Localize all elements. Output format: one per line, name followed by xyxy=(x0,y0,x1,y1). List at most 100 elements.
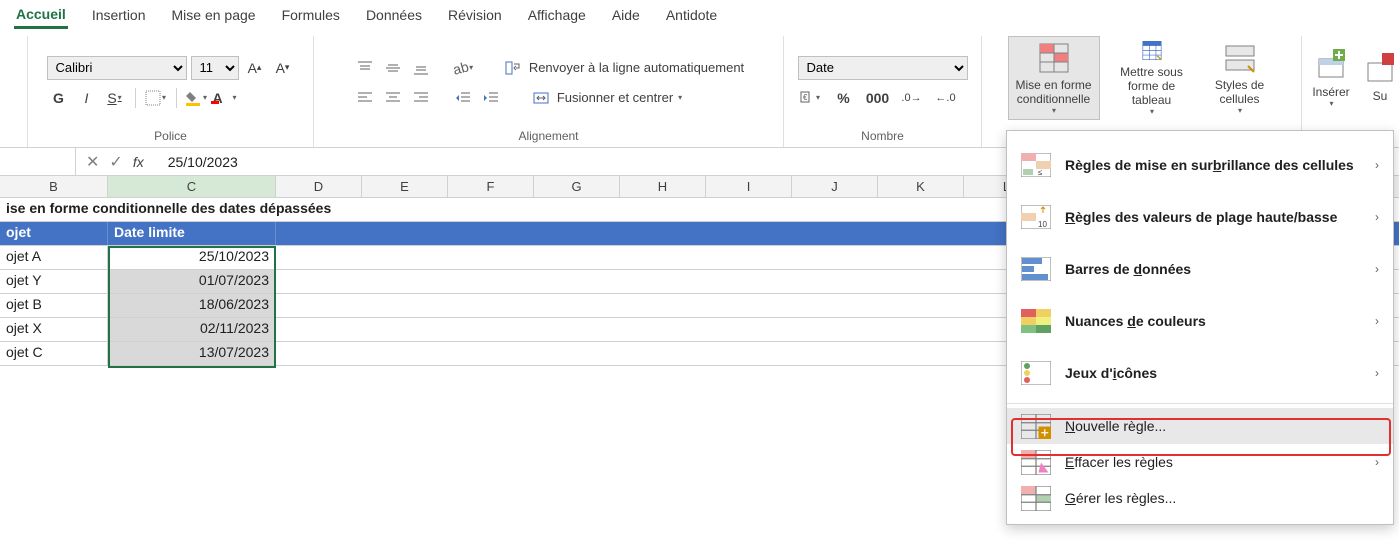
col-header-E[interactable]: E xyxy=(362,176,448,197)
insert-cells-button[interactable]: Insérer▾ xyxy=(1303,36,1359,120)
svg-text:€: € xyxy=(803,93,808,102)
merge-icon[interactable] xyxy=(529,86,553,110)
merge-dropdown-icon[interactable]: ▾ xyxy=(678,93,682,102)
chevron-right-icon: › xyxy=(1375,455,1379,469)
separator xyxy=(135,88,136,108)
col-header-G[interactable]: G xyxy=(534,176,620,197)
cell-date[interactable]: 13/07/2023 xyxy=(108,342,276,365)
number-format-select[interactable]: Date xyxy=(798,56,968,80)
tab-affichage[interactable]: Affichage xyxy=(526,3,588,27)
col-header-C[interactable]: C xyxy=(108,176,276,197)
sheet-title-cell[interactable]: ise en forme conditionnelle des dates dé… xyxy=(0,198,1000,221)
header-projet[interactable]: ojet xyxy=(0,222,108,245)
clipboard-group-partial xyxy=(0,36,28,147)
col-header-J[interactable]: J xyxy=(792,176,878,197)
col-header-D[interactable]: D xyxy=(276,176,362,197)
col-header-I[interactable]: I xyxy=(706,176,792,197)
dd-color-scales[interactable]: Nuances de couleurs › xyxy=(1007,295,1393,347)
increase-decimal-icon[interactable]: .0→ xyxy=(900,86,924,110)
tab-formules[interactable]: Formules xyxy=(280,3,342,27)
align-center-icon[interactable] xyxy=(381,86,405,110)
borders-button[interactable]: ▾ xyxy=(144,86,168,110)
tab-insertion[interactable]: Insertion xyxy=(90,3,148,27)
number-group-label: Nombre xyxy=(861,129,904,145)
tab-aide[interactable]: Aide xyxy=(610,3,642,27)
col-header-B[interactable]: B xyxy=(0,176,108,197)
wrap-text-label[interactable]: Renvoyer à la ligne automatiquement xyxy=(529,60,744,75)
cell-date[interactable]: 18/06/2023 xyxy=(108,294,276,317)
tab-antidote[interactable]: Antidote xyxy=(664,3,719,27)
tab-mise-en-page[interactable]: Mise en page xyxy=(170,3,258,27)
fill-color-button[interactable]: ▾ xyxy=(185,86,209,110)
align-middle-icon[interactable] xyxy=(381,56,405,80)
cell-styles-icon xyxy=(1224,42,1256,74)
col-header-H[interactable]: H xyxy=(620,176,706,197)
merge-label[interactable]: Fusionner et centrer xyxy=(557,90,673,105)
decrease-decimal-icon[interactable]: ←.0 xyxy=(934,86,958,110)
cell-projet[interactable]: ojet X xyxy=(0,318,108,341)
align-bottom-icon[interactable] xyxy=(409,56,433,80)
bold-button[interactable]: G xyxy=(47,86,71,110)
chevron-right-icon: › xyxy=(1375,262,1379,276)
cell-projet[interactable]: ojet A xyxy=(0,246,108,269)
cell-projet[interactable]: ojet C xyxy=(0,342,108,365)
cancel-formula-icon[interactable]: ✕ xyxy=(86,152,99,172)
dd-item-label: Jeux d'icônes xyxy=(1065,365,1361,381)
font-group-label: Police xyxy=(154,129,187,145)
dd-clear-rules[interactable]: Effacer les règles › xyxy=(1007,444,1393,480)
chevron-right-icon: › xyxy=(1375,158,1379,172)
dd-highlight-rules[interactable]: ≤ Règles de mise en surbrillance des cel… xyxy=(1007,139,1393,191)
highlight-rules-icon: ≤ xyxy=(1021,153,1051,177)
fx-icon[interactable]: fx xyxy=(133,154,144,170)
format-as-table-button[interactable]: Mettre sous forme de tableau▾ xyxy=(1106,36,1198,120)
chevron-right-icon: › xyxy=(1375,210,1379,224)
accounting-format-icon[interactable]: €▾ xyxy=(798,86,822,110)
conditional-formatting-button[interactable]: Mise en forme conditionnelle▾ xyxy=(1008,36,1100,120)
percent-icon[interactable]: % xyxy=(832,86,856,110)
cell-projet[interactable]: ojet Y xyxy=(0,270,108,293)
conditional-formatting-icon xyxy=(1038,42,1070,74)
separator xyxy=(1007,403,1393,404)
col-header-K[interactable]: K xyxy=(878,176,964,197)
align-top-icon[interactable] xyxy=(353,56,377,80)
font-name-select[interactable]: Calibri xyxy=(47,56,187,80)
orientation-icon[interactable]: ab▾ xyxy=(451,56,475,80)
cell-date[interactable]: 01/07/2023 xyxy=(108,270,276,293)
underline-button[interactable]: S▾ xyxy=(103,86,127,110)
align-right-icon[interactable] xyxy=(409,86,433,110)
header-date-limite[interactable]: Date limite xyxy=(108,222,276,245)
dd-item-label: Règles de mise en surbrillance des cellu… xyxy=(1065,157,1361,173)
dd-data-bars[interactable]: Barres de données › xyxy=(1007,243,1393,295)
svg-text:10: 10 xyxy=(1038,220,1047,229)
dd-item-label: Règles des valeurs de plage haute/basse xyxy=(1065,209,1361,225)
tab-accueil[interactable]: Accueil xyxy=(14,2,68,29)
new-rule-icon xyxy=(1021,414,1051,438)
delete-cells-button-partial[interactable]: Su xyxy=(1365,36,1395,120)
thousands-icon[interactable]: 000 xyxy=(866,86,890,110)
tab-revision[interactable]: Révision xyxy=(446,3,504,27)
increase-font-icon[interactable]: A▴ xyxy=(243,56,267,80)
decrease-font-icon[interactable]: A▾ xyxy=(271,56,295,80)
increase-indent-icon[interactable] xyxy=(479,86,503,110)
cell-date[interactable]: 25/10/2023 xyxy=(108,246,276,269)
font-size-select[interactable]: 11 xyxy=(191,56,239,80)
insert-icon xyxy=(1315,49,1347,81)
cell-date[interactable]: 02/11/2023 xyxy=(108,318,276,341)
name-box[interactable] xyxy=(0,148,76,175)
italic-button[interactable]: I xyxy=(75,86,99,110)
tab-donnees[interactable]: Données xyxy=(364,3,424,27)
align-left-icon[interactable] xyxy=(353,86,377,110)
dd-icon-sets[interactable]: Jeux d'icônes › xyxy=(1007,347,1393,399)
font-color-button[interactable]: A▾ xyxy=(213,86,237,110)
decrease-indent-icon[interactable] xyxy=(451,86,475,110)
data-bars-icon xyxy=(1021,257,1051,281)
wrap-text-icon[interactable] xyxy=(501,56,525,80)
dd-manage-rules[interactable]: Gérer les règles... xyxy=(1007,480,1393,516)
accept-formula-icon[interactable]: ✓ xyxy=(109,152,122,172)
cell-styles-button[interactable]: Styles de cellules▾ xyxy=(1204,36,1276,120)
col-header-F[interactable]: F xyxy=(448,176,534,197)
cell-projet[interactable]: ojet B xyxy=(0,294,108,317)
dd-item-label: Gérer les règles... xyxy=(1065,490,1379,506)
dd-top-bottom-rules[interactable]: 10 Règles des valeurs de plage haute/bas… xyxy=(1007,191,1393,243)
dd-new-rule[interactable]: Nouvelle règle... xyxy=(1007,408,1393,444)
